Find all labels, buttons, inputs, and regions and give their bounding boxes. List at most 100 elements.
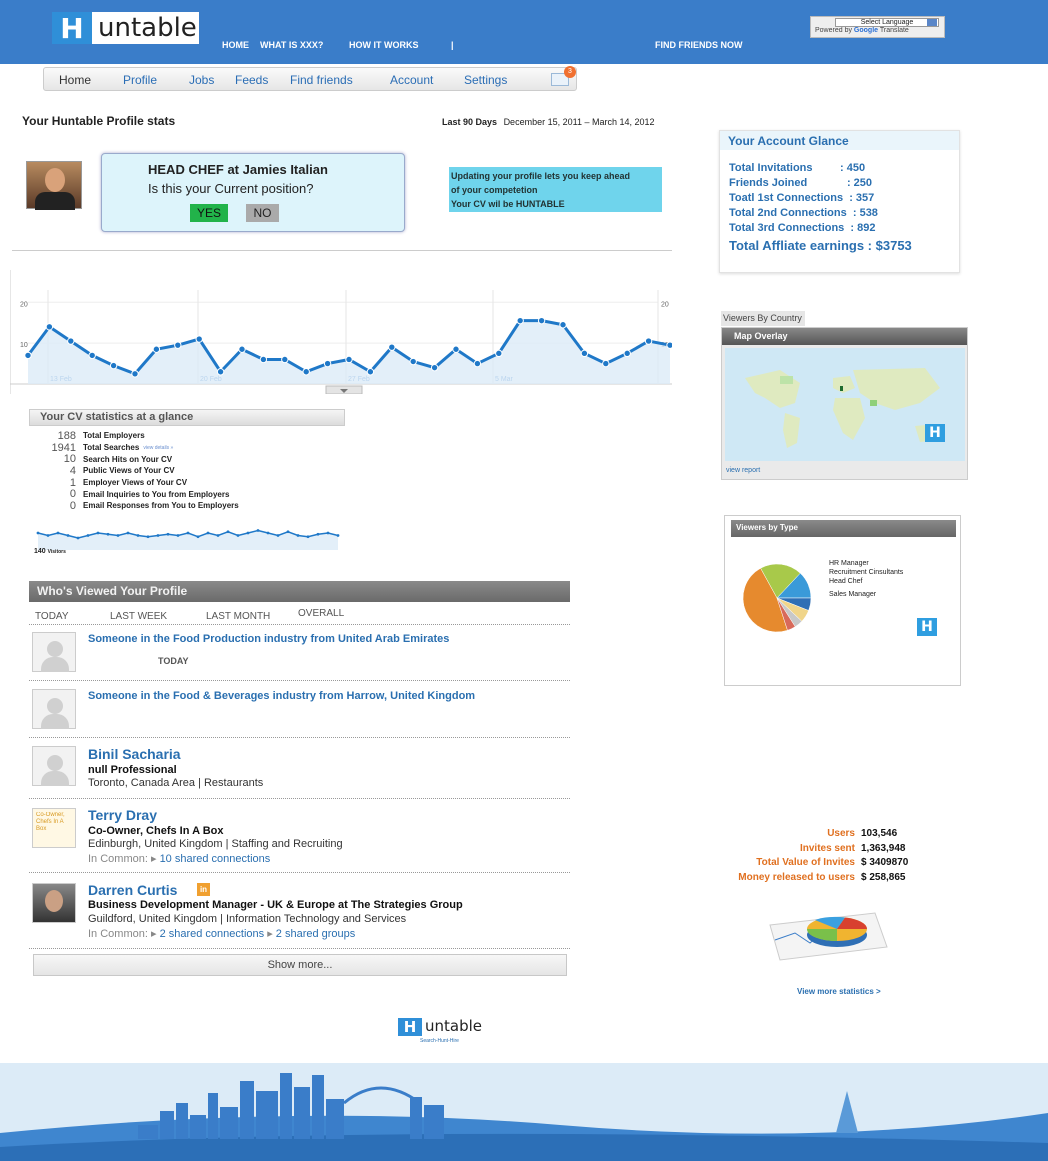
- data-point[interactable]: [409, 357, 417, 366]
- total-row: Invites sent 1,363,948: [690, 843, 950, 858]
- shared-connections-link[interactable]: 2 shared connections: [160, 928, 265, 940]
- data-point[interactable]: [238, 345, 246, 353]
- logo-word: untable: [98, 13, 197, 43]
- anonymous-avatar: [32, 689, 76, 729]
- no-button[interactable]: NO: [246, 204, 279, 222]
- footer-logo[interactable]: H untable Search-Hunt-Hire: [398, 1017, 490, 1048]
- view-details-link[interactable]: view details »: [143, 445, 173, 451]
- tab-find-friends[interactable]: Find friends: [290, 73, 353, 87]
- range-label[interactable]: Last 90 Days: [442, 117, 497, 127]
- data-point[interactable]: [644, 337, 653, 345]
- language-select[interactable]: Select Language: [835, 18, 939, 27]
- translate-label[interactable]: Translate: [880, 27, 909, 34]
- tab-profile[interactable]: Profile: [123, 73, 157, 87]
- linkedin-icon[interactable]: in: [197, 883, 210, 896]
- total-value: $ 3409870: [861, 857, 909, 868]
- data-point[interactable]: [24, 351, 32, 360]
- data-point[interactable]: [559, 321, 567, 329]
- data-point[interactable]: [666, 341, 672, 349]
- yes-button[interactable]: YES: [190, 204, 228, 222]
- data-point[interactable]: [388, 343, 396, 351]
- nav-how-it-works[interactable]: HOW IT WORKS: [349, 40, 419, 50]
- sparkline-point: [76, 536, 80, 540]
- data-point[interactable]: [366, 368, 375, 376]
- world-map[interactable]: [725, 348, 965, 461]
- tab-overall[interactable]: OVERALL: [298, 608, 344, 619]
- data-point[interactable]: [259, 355, 268, 364]
- pie-label: Recruitment Cinsultants: [829, 569, 904, 576]
- tab-last-month[interactable]: LAST MONTH: [206, 611, 270, 622]
- data-point[interactable]: [602, 359, 610, 368]
- data-point[interactable]: [152, 345, 161, 353]
- in-common-label: In Common:: [88, 853, 148, 865]
- stats-range: Last 90 Days December 15, 2011 – March 1…: [442, 117, 655, 127]
- data-point[interactable]: [174, 341, 182, 349]
- tab-account[interactable]: Account: [390, 73, 433, 87]
- data-point[interactable]: [195, 335, 203, 343]
- cv-stat-row: 188 Total Employers: [30, 430, 350, 442]
- tab-feeds[interactable]: Feeds: [235, 73, 268, 87]
- map-overlay-header: Map Overlay: [722, 328, 967, 345]
- huntable-logo[interactable]: H untable: [52, 12, 199, 45]
- data-point[interactable]: [302, 368, 310, 376]
- cv-stat-value: 0: [69, 499, 76, 512]
- y-tick-label: 10: [20, 342, 28, 349]
- total-row: Money released to users $ 258,865: [690, 872, 950, 887]
- data-point[interactable]: [109, 361, 118, 370]
- viewers-by-country-tab[interactable]: Viewers By Country: [721, 311, 805, 326]
- in-common: In Common: ▸ 10 shared connections: [88, 852, 270, 865]
- viewers-type-pie[interactable]: [741, 560, 813, 636]
- cv-stat-label: Search Hits on Your CV: [83, 454, 173, 464]
- data-point[interactable]: [516, 316, 524, 325]
- viewer-title: null Professional: [88, 764, 177, 776]
- page: H untable HOME WHAT IS XXX? HOW IT WORKS…: [0, 0, 1048, 1161]
- view-report-link[interactable]: view report: [726, 467, 760, 474]
- data-point[interactable]: [45, 323, 54, 331]
- viewer-name[interactable]: Binil Sacharia: [88, 746, 181, 762]
- tab-settings[interactable]: Settings: [464, 73, 507, 87]
- data-point[interactable]: [623, 349, 631, 358]
- data-point[interactable]: [345, 355, 353, 364]
- visitors-number: 140: [34, 548, 46, 555]
- data-point[interactable]: [131, 370, 139, 378]
- viewer-link[interactable]: Someone in the Food & Beverages industry…: [88, 690, 475, 702]
- nav-what-is[interactable]: WHAT IS XXX?: [260, 40, 323, 50]
- viewer-name[interactable]: Darren Curtis: [88, 882, 177, 898]
- data-point[interactable]: [537, 316, 546, 325]
- data-point[interactable]: [88, 351, 96, 360]
- data-point[interactable]: [473, 359, 482, 368]
- divider: [12, 250, 672, 251]
- show-more-button[interactable]: Show more...: [33, 954, 567, 976]
- nav-find-friends[interactable]: FIND FRIENDS NOW: [655, 40, 743, 50]
- nav-home[interactable]: HOME: [222, 40, 249, 50]
- data-point[interactable]: [323, 359, 332, 368]
- sparkline-point: [216, 534, 220, 537]
- glance-row: Toatl 1st Connections : 357: [729, 192, 875, 204]
- viewer-photo[interactable]: [32, 883, 76, 923]
- tab-today[interactable]: TODAY: [35, 611, 69, 622]
- data-point[interactable]: [281, 355, 289, 364]
- tab-jobs[interactable]: Jobs: [189, 73, 214, 87]
- data-point[interactable]: [430, 363, 439, 372]
- triangle-right-icon: ▸: [267, 928, 276, 940]
- view-more-statistics-link[interactable]: View more statistics >: [797, 987, 881, 996]
- data-point[interactable]: [452, 345, 460, 353]
- viewer-name[interactable]: Terry Dray: [88, 807, 157, 823]
- tab-last-week[interactable]: LAST WEEK: [110, 611, 167, 622]
- huntable-badge-icon: H: [925, 424, 945, 442]
- sparkline-point: [136, 534, 140, 537]
- viewer-title: Business Development Manager - UK & Euro…: [88, 899, 463, 911]
- sparkline-point: [296, 534, 300, 537]
- tab-home[interactable]: Home: [59, 73, 91, 87]
- viewer-link[interactable]: Someone in the Food Production industry …: [88, 633, 449, 645]
- profile-avatar[interactable]: [26, 161, 82, 210]
- y-tick-label: 20: [20, 301, 28, 308]
- data-point[interactable]: [495, 349, 503, 358]
- data-point[interactable]: [67, 337, 75, 345]
- divider: [29, 798, 570, 799]
- data-point[interactable]: [216, 368, 225, 376]
- mail-icon[interactable]: 3: [551, 66, 576, 86]
- shared-connections-link[interactable]: 10 shared connections: [160, 853, 271, 865]
- shared-groups-link[interactable]: 2 shared groups: [276, 928, 356, 940]
- data-point[interactable]: [580, 349, 589, 358]
